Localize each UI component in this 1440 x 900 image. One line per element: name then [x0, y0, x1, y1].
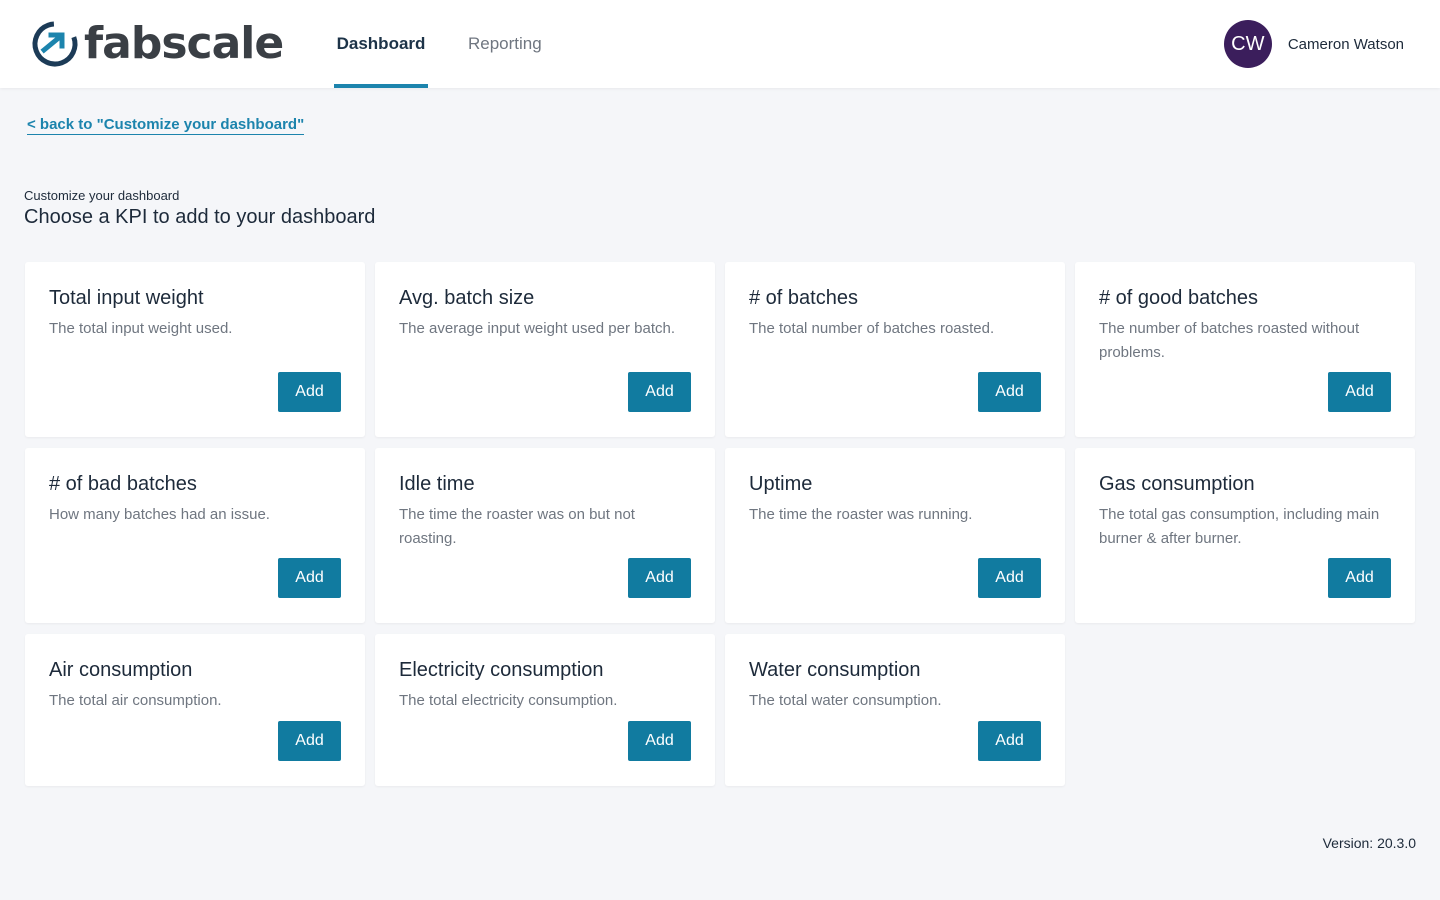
kpi-card-gas-consumption: Gas consumption The total gas consumptio… — [1075, 448, 1415, 623]
kpi-description: The time the roaster was on but not roas… — [399, 506, 635, 547]
page-subtitle: Customize your dashboard — [24, 188, 180, 203]
kpi-description: The total number of batches roasted. — [749, 320, 995, 337]
add-kpi-button[interactable]: Add — [1328, 372, 1391, 412]
kpi-card-bad-batches: # of bad batches How many batches had an… — [25, 448, 365, 623]
add-kpi-button[interactable]: Add — [978, 721, 1041, 761]
kpi-card-idle-time: Idle time The time the roaster was on bu… — [375, 448, 715, 623]
logo-arrow-icon — [32, 21, 78, 67]
kpi-card-uptime: Uptime The time the roaster was running.… — [725, 448, 1065, 623]
tab-reporting[interactable]: Reporting — [464, 0, 546, 88]
main-nav: Dashboard Reporting — [334, 0, 582, 88]
kpi-description: The total gas consumption, including mai… — [1099, 506, 1380, 547]
kpi-description: The total input weight used. — [49, 320, 233, 337]
kpi-card-avg-batch-size: Avg. batch size The average input weight… — [375, 262, 715, 437]
kpi-title: # of good batches — [1099, 287, 1259, 309]
app-version: Version: 20.3.0 — [1322, 835, 1416, 851]
kpi-card-air-consumption: Air consumption The total air consumptio… — [25, 634, 365, 786]
kpi-description: The number of batches roasted without pr… — [1099, 320, 1360, 361]
page-title: Choose a KPI to add to your dashboard — [24, 206, 376, 228]
kpi-card-good-batches: # of good batches The number of batches … — [1075, 262, 1415, 437]
add-kpi-button[interactable]: Add — [1328, 558, 1391, 598]
kpi-card-water-consumption: Water consumption The total water consum… — [725, 634, 1065, 786]
avatar[interactable]: CW — [1223, 20, 1272, 68]
add-kpi-button[interactable]: Add — [978, 558, 1041, 598]
add-kpi-button[interactable]: Add — [628, 721, 691, 761]
add-kpi-button[interactable]: Add — [278, 558, 341, 598]
kpi-title: Idle time — [399, 473, 475, 495]
kpi-description: The total water consumption. — [749, 692, 942, 709]
add-kpi-button[interactable]: Add — [628, 558, 691, 598]
kpi-description: How many batches had an issue. — [49, 506, 270, 523]
add-kpi-button[interactable]: Add — [278, 721, 341, 761]
kpi-title: Air consumption — [49, 659, 193, 681]
kpi-description: The total air consumption. — [49, 692, 222, 709]
top-header: fabscale Dashboard Reporting CW Cameron … — [0, 0, 1440, 88]
kpi-title: Electricity consumption — [399, 659, 604, 681]
add-kpi-button[interactable]: Add — [978, 372, 1041, 412]
add-kpi-button[interactable]: Add — [628, 372, 691, 412]
kpi-title: Uptime — [749, 473, 813, 495]
back-to-customize-link[interactable]: < back to "Customize your dashboard" — [27, 116, 305, 135]
kpi-title: Total input weight — [49, 287, 204, 309]
add-kpi-button[interactable]: Add — [278, 372, 341, 412]
fabscale-logo[interactable]: fabscale — [30, 18, 284, 70]
kpi-title: # of batches — [749, 287, 858, 309]
user-name[interactable]: Cameron Watson — [1288, 36, 1404, 53]
kpi-description: The average input weight used per batch. — [399, 320, 676, 337]
kpi-title: # of bad batches — [49, 473, 197, 495]
kpi-title: Water consumption — [749, 659, 921, 681]
kpi-grid: Total input weight The total input weigh… — [25, 262, 1415, 786]
kpi-card-total-input-weight: Total input weight The total input weigh… — [25, 262, 365, 437]
logo-text: fabscale — [84, 18, 284, 69]
kpi-description: The total electricity consumption. — [399, 692, 618, 709]
kpi-card-batches: # of batches The total number of batches… — [725, 262, 1065, 437]
kpi-card-electricity-consumption: Electricity consumption The total electr… — [375, 634, 715, 786]
kpi-title: Gas consumption — [1099, 473, 1255, 495]
tab-dashboard[interactable]: Dashboard — [334, 0, 428, 88]
kpi-description: The time the roaster was running. — [749, 506, 973, 523]
kpi-title: Avg. batch size — [399, 287, 535, 309]
user-menu[interactable]: CW Cameron Watson — [1223, 20, 1404, 68]
